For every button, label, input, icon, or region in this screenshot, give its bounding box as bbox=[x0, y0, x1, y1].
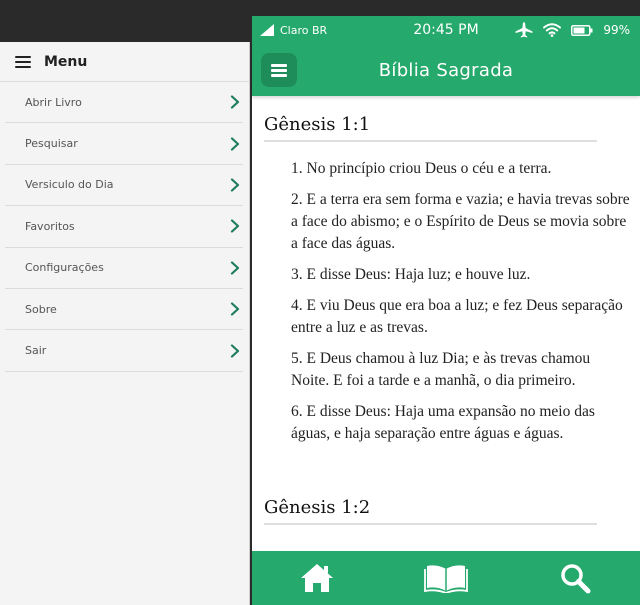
app-bar: Bíblia Sagrada bbox=[252, 44, 640, 96]
reading-content[interactable]: Gênesis 1:1 1. No princípio criou Deus o… bbox=[252, 96, 640, 551]
search-icon bbox=[561, 564, 591, 594]
menu-item-abrir-livro[interactable]: Abrir Livro bbox=[5, 82, 243, 124]
menu-item-label: Favoritos bbox=[25, 219, 75, 233]
menu-item-label: Sair bbox=[25, 344, 47, 358]
menu-toggle-button[interactable] bbox=[261, 53, 297, 87]
tab-book[interactable] bbox=[416, 551, 476, 605]
home-icon bbox=[299, 564, 333, 592]
hamburger-icon bbox=[271, 64, 287, 77]
verse: 4. E viu Deus que era boa a luz; e fez D… bbox=[291, 297, 623, 336]
wifi-icon bbox=[543, 23, 562, 37]
verse: 1. No princípio criou Deus o céu e a ter… bbox=[291, 160, 552, 177]
chevron-right-icon bbox=[230, 219, 240, 233]
menu-title: Menu bbox=[44, 53, 88, 70]
menu-item-label: Configurações bbox=[25, 261, 104, 275]
verse: 2. E a terra era sem forma e vazia; e ha… bbox=[291, 191, 630, 252]
menu-icon bbox=[15, 55, 31, 68]
menu-item-favoritos[interactable]: Favoritos bbox=[5, 206, 243, 248]
verse-list: 1. No princípio criou Deus o céu e a ter… bbox=[291, 158, 631, 445]
menu-item-label: Abrir Livro bbox=[25, 95, 82, 109]
app-screen: Claro BR 20:45 PM 99% Bíblia Sagrada Gên… bbox=[252, 16, 640, 605]
menu-item-sair[interactable]: Sair bbox=[5, 330, 243, 372]
app-title: Bíblia Sagrada bbox=[378, 59, 514, 81]
bottom-tab-bar bbox=[252, 551, 640, 605]
chevron-right-icon bbox=[230, 302, 240, 316]
battery-percent: 99% bbox=[603, 23, 630, 37]
menu-item-versiculo-do-dia[interactable]: Versiculo do Dia bbox=[5, 165, 243, 207]
chevron-right-icon bbox=[230, 178, 240, 192]
menu-item-sobre[interactable]: Sobre bbox=[5, 289, 243, 331]
menu-list: Abrir Livro Pesquisar Versiculo do Dia F… bbox=[5, 82, 243, 372]
chevron-right-icon bbox=[230, 343, 240, 358]
tab-search[interactable] bbox=[545, 551, 605, 605]
menu-item-label: Versiculo do Dia bbox=[25, 178, 114, 192]
chevron-right-icon bbox=[230, 261, 240, 275]
verse: 3. E disse Deus: Haja luz; e houve luz. bbox=[291, 266, 531, 283]
chevron-right-icon bbox=[230, 95, 240, 109]
chevron-right-icon bbox=[230, 136, 240, 151]
chapter-heading: Gênesis 1:1 bbox=[264, 96, 597, 142]
battery-icon bbox=[571, 24, 593, 36]
chapter-heading: Gênesis 1:2 bbox=[264, 479, 597, 525]
status-indicators: 99% bbox=[515, 16, 630, 44]
book-icon bbox=[424, 565, 468, 593]
menu-item-label: Pesquisar bbox=[25, 137, 78, 151]
tab-home[interactable] bbox=[287, 551, 347, 605]
menu-header: Menu bbox=[0, 42, 249, 82]
verse: 6. E disse Deus: Haja uma expansão no me… bbox=[291, 403, 595, 442]
verse: 5. E Deus chamou à luz Dia; e às trevas … bbox=[291, 350, 591, 389]
airplane-icon bbox=[515, 22, 533, 38]
menu-item-configuracoes[interactable]: Configurações bbox=[5, 248, 243, 289]
status-bar: Claro BR 20:45 PM 99% bbox=[252, 16, 640, 44]
side-menu: Menu Abrir Livro Pesquisar Versiculo do … bbox=[0, 42, 250, 605]
menu-item-label: Sobre bbox=[25, 302, 57, 316]
menu-item-pesquisar[interactable]: Pesquisar bbox=[5, 123, 243, 165]
